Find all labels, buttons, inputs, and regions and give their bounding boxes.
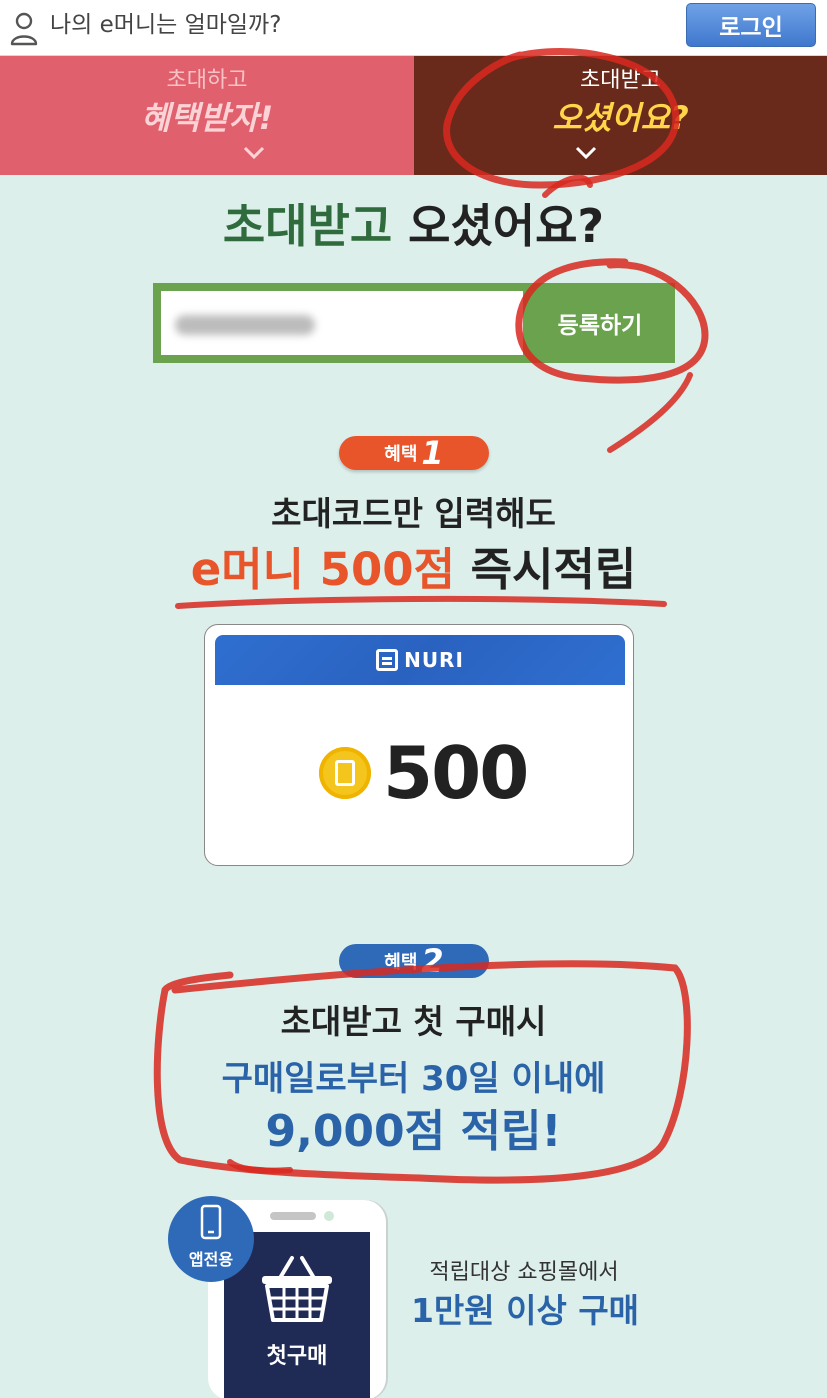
app-only-badge: 앱전용 (168, 1196, 254, 1282)
benefit-1-highlight: e머니 500점 (190, 543, 456, 596)
mobile-phone-icon (200, 1204, 222, 1240)
benefit-2-subline: 구매일로부터 30일 이내에 (221, 1059, 606, 1099)
first-purchase-label: 첫구매 (266, 1344, 328, 1369)
phone-speaker (270, 1212, 316, 1220)
benefit-1-rest: 즉시적립 (455, 543, 637, 596)
benefit-1-headline: e머니 500점 즉시적립 (0, 540, 827, 600)
top-bar: 나의 e머니는 얼마일까? 로그인 (0, 0, 827, 56)
shopping-basket-icon (262, 1256, 332, 1322)
card-header: NURI (215, 635, 625, 685)
page-title-rest: 오셨어요? (392, 199, 605, 253)
invite-code-input[interactable] (161, 291, 523, 355)
tab-sub-label: 초대하고 (166, 68, 248, 93)
badge-label: 혜택 (384, 952, 418, 973)
benefit-1-line: 초대코드만 입력해도 (271, 494, 556, 533)
card-value: 500 (383, 731, 529, 815)
emoney-balance-link[interactable]: 나의 e머니는 얼마일까? (50, 10, 281, 40)
chevron-down-icon (575, 146, 597, 160)
user-icon[interactable] (10, 10, 38, 46)
app-only-label: 앱전용 (188, 1250, 234, 1269)
badge-number: 2 (421, 942, 444, 980)
tab-main-label: 오셨어요? (552, 99, 689, 137)
register-button[interactable]: 등록하기 (525, 283, 675, 363)
page-title-highlight: 초대받고 (222, 199, 393, 253)
card-brand: NURI (404, 648, 464, 672)
nuri-logo-icon (376, 649, 399, 671)
chevron-down-icon (243, 146, 265, 160)
benefit-1-badge: 혜택 1 (339, 436, 489, 470)
invite-tabs: 초대하고 혜택받자! 초대받고 오셨어요? (0, 56, 827, 175)
tab-sub-label: 초대받고 (580, 68, 661, 93)
benefit-2-line: 초대받고 첫 구매시 (280, 1002, 547, 1041)
invite-code-form: 등록하기 (153, 283, 675, 363)
phone-camera (324, 1211, 334, 1221)
badge-number: 1 (421, 434, 444, 472)
tab-invite-and-benefit[interactable]: 초대하고 혜택받자! (0, 56, 414, 175)
condition-text: 적립대상 쇼핑몰에서 (429, 1260, 619, 1285)
tab-invited[interactable]: 초대받고 오셨어요? (414, 56, 827, 175)
badge-label: 혜택 (384, 444, 418, 465)
page-title: 초대받고 오셨어요? (0, 196, 827, 256)
emoney-card: NURI 500 (204, 624, 634, 866)
benefit-2-badge: 혜택 2 (339, 944, 489, 978)
login-button[interactable]: 로그인 (686, 3, 816, 47)
condition-amount: 1만원 이상 구매 (410, 1291, 640, 1330)
benefit-2-headline: 9,000점 적립! (265, 1106, 562, 1157)
emoney-coin-icon (319, 747, 371, 799)
redacted-code (175, 315, 315, 335)
tab-main-label: 혜택받자! (140, 99, 274, 137)
